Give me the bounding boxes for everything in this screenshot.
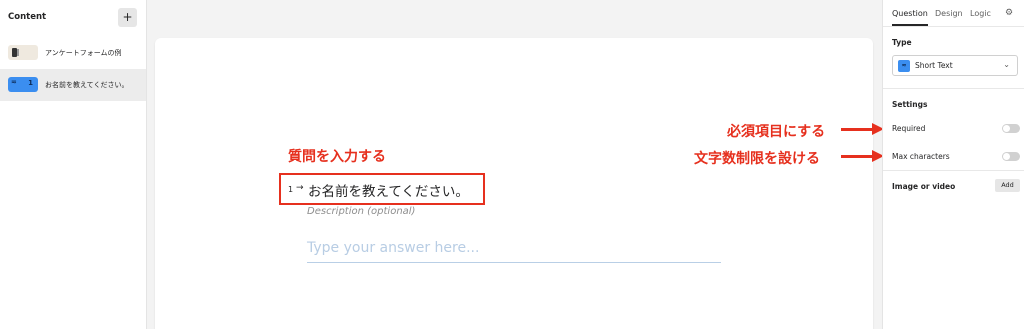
answer-field (307, 239, 721, 263)
divider (883, 170, 1024, 171)
image-video-label: Image or video (892, 182, 956, 191)
divider (883, 88, 1024, 89)
gear-icon[interactable]: ⚙ (1005, 8, 1013, 18)
panel-tabs: Question Design Logic ⚙ (883, 0, 1024, 26)
short-text-icon: ≂ 1 (8, 77, 38, 92)
question-canvas (155, 38, 873, 329)
max-characters-toggle[interactable] (1002, 152, 1020, 161)
toggle-knob (1003, 125, 1010, 132)
required-label: Required (892, 124, 926, 133)
short-text-icon: ≂ (898, 60, 910, 72)
question-description-input[interactable]: Description (optional) (307, 206, 415, 217)
sidebar-item-label: お名前を教えてください。 (45, 81, 129, 89)
question-type-value: Short Text (915, 61, 953, 70)
arrow-right-icon: → (296, 183, 304, 193)
annotation-required: 必須項目にする (727, 124, 826, 140)
annotation-arrow-line (841, 155, 874, 158)
welcome-screen-icon (8, 45, 38, 60)
tab-design[interactable]: Design (935, 9, 963, 18)
add-content-button[interactable]: + (118, 8, 137, 27)
annotation-arrow-line (841, 128, 874, 131)
content-sidebar: Content + アンケートフォームの例 ≂ 1 お名前を教えてください。 (0, 0, 147, 329)
tab-question[interactable]: Question (892, 9, 928, 18)
required-toggle[interactable] (1002, 124, 1020, 133)
question-title-input[interactable]: お名前を教えてください。 (308, 180, 469, 200)
add-media-button[interactable]: Add (995, 179, 1020, 192)
sidebar-item-label: アンケートフォームの例 (45, 49, 122, 57)
short-text-glyph: ≂ (11, 78, 17, 86)
max-characters-label: Max characters (892, 152, 950, 161)
question-type-select[interactable]: ≂ Short Text ⌄ (892, 55, 1018, 76)
annotation-question: 質問を入力する (288, 149, 386, 165)
sidebar-header: Content + (0, 0, 147, 36)
toggle-knob (1003, 153, 1010, 160)
settings-label: Settings (892, 100, 928, 109)
sidebar-item-welcome[interactable]: アンケートフォームの例 (0, 37, 146, 69)
sidebar-title: Content (8, 12, 47, 22)
chevron-down-icon: ⌄ (1003, 60, 1010, 69)
annotation-max-characters: 文字数制限を設ける (694, 151, 820, 167)
question-number: 1 (28, 79, 33, 87)
question-settings-panel: Question Design Logic ⚙ Type ≂ Short Tex… (882, 0, 1024, 329)
type-label: Type (892, 38, 912, 47)
divider (883, 26, 1024, 27)
question-number: 1 (288, 185, 294, 194)
tab-logic[interactable]: Logic (970, 9, 991, 18)
sidebar-item-question-1[interactable]: ≂ 1 お名前を教えてください。 (0, 69, 146, 101)
